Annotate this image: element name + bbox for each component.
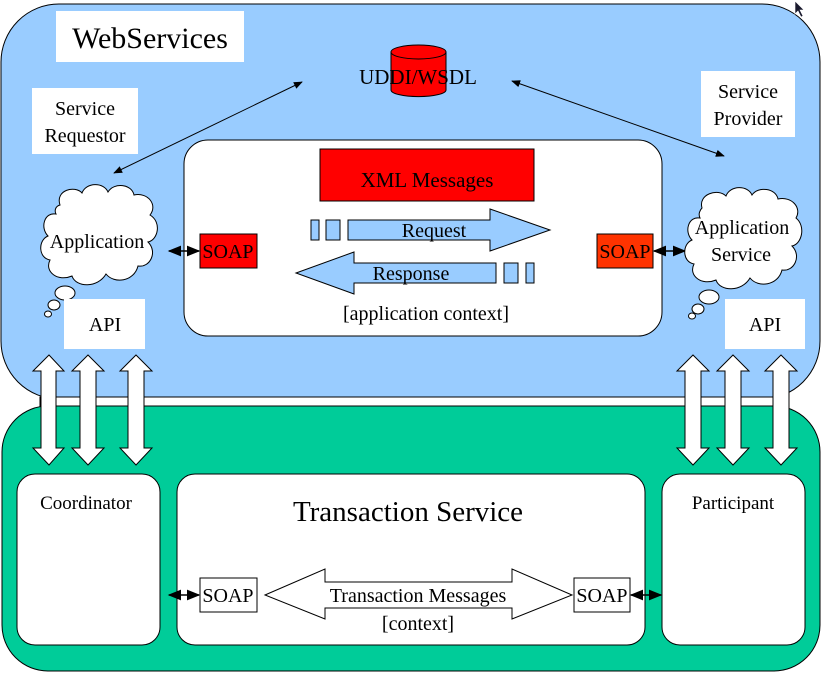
provider-api-label: API — [749, 314, 781, 336]
transaction-messages-label: Transaction Messages — [330, 585, 507, 607]
requestor-soap-label: SOAP — [202, 241, 253, 263]
api-link-arrows-right — [675, 354, 799, 466]
registry-label: UDDI/WSDL — [359, 65, 477, 89]
provider-application-line2: Service — [711, 244, 771, 266]
coordinator-label: Coordinator — [40, 493, 132, 514]
provider-role-line2: Provider — [714, 108, 783, 130]
requestor-role-line2: Requestor — [44, 125, 125, 147]
request-label: Request — [402, 220, 467, 242]
webservices-title: WebServices — [72, 22, 228, 55]
region-separator — [39, 396, 786, 407]
requestor-role-line1: Service — [55, 98, 115, 120]
transaction-service-title: Transaction Service — [293, 496, 523, 528]
response-label: Response — [373, 263, 450, 285]
requestor-api-label: API — [89, 314, 121, 336]
coordinator-soap-label: SOAP — [202, 585, 253, 607]
provider-application-line1: Application — [695, 217, 789, 239]
transaction-context-label: [context] — [382, 613, 454, 635]
xml-messages-label: XML Messages — [361, 168, 494, 192]
participant-label: Participant — [692, 493, 775, 514]
participant-soap-label: SOAP — [576, 585, 627, 607]
requestor-application-label: Application — [50, 231, 144, 253]
provider-role-line1: Service — [718, 81, 778, 103]
api-link-arrows-left — [31, 354, 154, 466]
diagram-canvas: WebServices UDDI/WSDL Service Requestor … — [0, 0, 823, 674]
application-context-label: [application context] — [343, 303, 509, 325]
web-services-transaction-diagram: WebServices UDDI/WSDL Service Requestor … — [0, 0, 821, 672]
provider-soap-label: SOAP — [599, 241, 650, 263]
